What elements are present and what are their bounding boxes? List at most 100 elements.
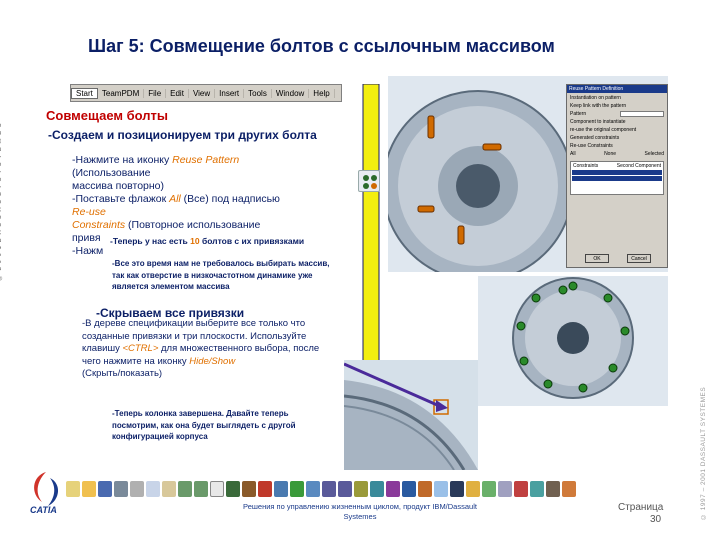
open-folder-icon[interactable] bbox=[82, 481, 96, 497]
bolts-count: 10 bbox=[190, 236, 200, 246]
step-text: -Поставьте флажок bbox=[72, 193, 170, 205]
menu-view[interactable]: View bbox=[189, 88, 216, 98]
step-text: созданные привязки и три плоскости. Испо… bbox=[82, 330, 307, 342]
normal-view-icon[interactable] bbox=[354, 481, 368, 497]
slide-title: Шаг 5: Совмещение болтов с ссылочным мас… bbox=[88, 36, 555, 56]
table-header-cell: Constraints bbox=[573, 163, 599, 169]
ok-button[interactable]: OK bbox=[585, 254, 609, 263]
step-text: (Использование bbox=[72, 167, 151, 179]
view-mode-icon[interactable] bbox=[370, 481, 384, 497]
constraints-term: Constraints bbox=[72, 219, 126, 231]
catalog-icon[interactable] bbox=[242, 481, 256, 497]
dialog-row: re-use the original component bbox=[570, 127, 664, 133]
menu-help[interactable]: Help bbox=[309, 88, 335, 98]
catia-menubar: Start TeamPDM File Edit View Insert Tool… bbox=[70, 84, 342, 102]
menu-file[interactable]: File bbox=[144, 88, 167, 98]
dialog-row: Generated constraints bbox=[570, 135, 664, 141]
save-icon[interactable] bbox=[98, 481, 112, 497]
swap-space-icon[interactable] bbox=[450, 481, 464, 497]
dialog-row: Component to instantiate bbox=[570, 119, 664, 125]
plate-with-bolts-screenshot bbox=[478, 276, 668, 406]
rotate-icon[interactable] bbox=[306, 481, 320, 497]
zoom-detail-screenshot bbox=[344, 360, 478, 470]
catia-toolbar bbox=[66, 478, 674, 500]
multi-view-icon[interactable] bbox=[386, 481, 400, 497]
menu-window[interactable]: Window bbox=[272, 88, 310, 98]
dialog-row-label: Component to instantiate bbox=[570, 119, 626, 125]
step-text: чего нажмите на иконку bbox=[82, 355, 190, 367]
compass-icon[interactable] bbox=[562, 481, 576, 497]
update-icon[interactable] bbox=[210, 481, 224, 497]
menu-edit[interactable]: Edit bbox=[166, 88, 189, 98]
component-select[interactable]: re-use the original component bbox=[570, 127, 636, 133]
vertical-copyright-left: © 2 0 0 1 D A S S A U L T S Y S T E M E … bbox=[0, 122, 3, 280]
iso-view-icon[interactable] bbox=[402, 481, 416, 497]
option-all[interactable]: All bbox=[570, 151, 576, 157]
note-text: болтов с их привязками bbox=[199, 236, 305, 246]
section-icon[interactable] bbox=[530, 481, 544, 497]
footer-line: Решения по управлению жизненным циклом, … bbox=[243, 502, 477, 511]
zoom-in-icon[interactable] bbox=[322, 481, 336, 497]
menu-start[interactable]: Start bbox=[71, 87, 98, 99]
material-icon[interactable] bbox=[498, 481, 512, 497]
print-icon[interactable] bbox=[114, 481, 128, 497]
note-bolts-count: -Теперь у нас есть 10 болтов с их привяз… bbox=[110, 236, 350, 252]
page-label: Страница bbox=[618, 502, 664, 513]
cancel-button[interactable]: Cancel bbox=[627, 254, 651, 263]
clash-icon[interactable] bbox=[514, 481, 528, 497]
option-none[interactable]: None bbox=[604, 151, 616, 157]
step-text: привя bbox=[72, 232, 101, 244]
dialog-row: Pattern bbox=[570, 111, 664, 117]
table-header-cell: Second Component bbox=[616, 163, 661, 169]
new-file-icon[interactable] bbox=[66, 481, 80, 497]
fx-icon[interactable] bbox=[226, 481, 240, 497]
step-text: для множественного выбора, после bbox=[158, 343, 320, 354]
hide-show-term: Hide/Show bbox=[189, 355, 236, 367]
constraints-table: Constraints Second Component bbox=[570, 161, 664, 195]
step-text: -В дереве спецификации выберите все толь… bbox=[82, 318, 306, 329]
zoom-out-icon[interactable] bbox=[338, 481, 352, 497]
distance-icon[interactable] bbox=[546, 481, 560, 497]
shading-icon[interactable] bbox=[418, 481, 432, 497]
slide: © 2 0 0 1 D A S S A U L T S Y S T E M E … bbox=[0, 0, 720, 540]
reuse-constraints-label: Re-use Constraints bbox=[570, 143, 613, 149]
dialog-row: Re-use Constraints bbox=[570, 143, 664, 149]
option-selected[interactable]: Selected bbox=[645, 151, 664, 157]
fly-icon[interactable] bbox=[274, 481, 288, 497]
menu-teampdm[interactable]: TeamPDM bbox=[98, 88, 145, 98]
dialog-options: All None Selected bbox=[570, 151, 664, 157]
footer-line: Systemes bbox=[343, 512, 377, 521]
step-text: массива повторно) bbox=[72, 180, 165, 192]
hide-instruction-steps: -В дереве спецификации выберите все толь… bbox=[82, 318, 350, 381]
step-text: (Все) под надписью bbox=[180, 193, 280, 205]
footer: Решения по управлению жизненным циклом, … bbox=[240, 502, 480, 522]
dialog-row: Keep link with the pattern bbox=[570, 103, 664, 109]
menu-tools[interactable]: Tools bbox=[244, 88, 272, 98]
reuse-term: Re-use bbox=[72, 206, 106, 218]
snap-icon[interactable] bbox=[482, 481, 496, 497]
paste-icon[interactable] bbox=[162, 481, 176, 497]
copy-icon[interactable] bbox=[146, 481, 160, 497]
all-term: All bbox=[169, 193, 181, 205]
pattern-field[interactable] bbox=[620, 111, 664, 117]
dialog-row-label: Pattern bbox=[570, 111, 587, 117]
page-number: 30 bbox=[650, 514, 662, 525]
measure-icon[interactable] bbox=[466, 481, 480, 497]
dialog-row: Instantiation on pattern bbox=[570, 95, 664, 101]
undo-icon[interactable] bbox=[178, 481, 192, 497]
menu-insert[interactable]: Insert bbox=[215, 88, 245, 98]
cut-icon[interactable] bbox=[130, 481, 144, 497]
table-row[interactable] bbox=[572, 170, 662, 175]
reuse-pattern-dialog: Reuse Pattern Definition Instantiation o… bbox=[566, 84, 668, 268]
pan-icon[interactable] bbox=[290, 481, 304, 497]
table-row[interactable] bbox=[572, 176, 662, 181]
table-header: Constraints Second Component bbox=[573, 163, 661, 169]
reuse-pattern-icon[interactable] bbox=[358, 170, 380, 192]
section-subtitle: Совмещаем болты bbox=[46, 108, 169, 123]
vertical-copyright-right: © 1997 – 2001 DASSAULT SYSTEMES bbox=[700, 386, 707, 520]
dark-icon[interactable] bbox=[258, 481, 272, 497]
dialog-row-label: Generated constraints bbox=[570, 135, 620, 141]
catia-logo-text: CATIA bbox=[30, 505, 57, 515]
hide-show-toolbar-icon[interactable] bbox=[434, 481, 448, 497]
redo-icon[interactable] bbox=[194, 481, 208, 497]
